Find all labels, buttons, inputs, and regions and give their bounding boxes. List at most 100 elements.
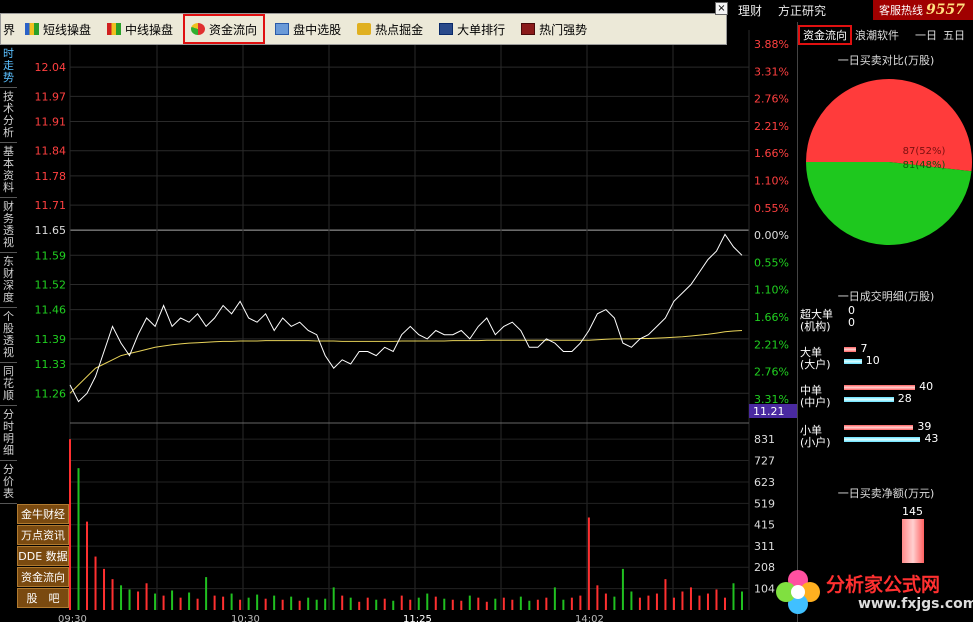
volume-bar bbox=[290, 596, 293, 610]
toolbar-mid-term-button[interactable]: 中线操盘 bbox=[101, 17, 179, 41]
info-buttons: 金牛财经 万点资讯 DDE 数据 资金流向 股 吧 bbox=[17, 504, 69, 609]
volume-bar bbox=[681, 591, 684, 610]
volume-bar bbox=[171, 590, 174, 610]
tab-technical[interactable]: 技术分析 bbox=[0, 88, 17, 143]
sell-value: 10 bbox=[865, 354, 880, 367]
sell-value: 0 bbox=[848, 316, 855, 329]
volume-bar bbox=[256, 594, 259, 610]
tab-stock-name[interactable]: 浪潮软件 bbox=[852, 27, 902, 43]
net-title: 一日买卖净额(万元) bbox=[837, 487, 935, 500]
volume-bar bbox=[732, 583, 735, 610]
pie-icon bbox=[191, 23, 206, 35]
toolbar-big-order-ranking-button[interactable]: 大单排行 bbox=[433, 17, 511, 41]
hotline: 客服热线 9557 bbox=[873, 0, 973, 20]
fund-flow-button[interactable]: 资金流向 bbox=[17, 567, 69, 587]
hotline-number: 9557 bbox=[926, 2, 965, 18]
buy-bar bbox=[844, 385, 916, 390]
volume-bar bbox=[145, 583, 148, 610]
stock-forum-button[interactable]: 股 吧 bbox=[17, 588, 69, 608]
toolbar-fund-flow-button[interactable]: 资金流向 bbox=[183, 14, 266, 44]
price-tick-label: 11.33 bbox=[35, 358, 67, 371]
volume-bar bbox=[162, 595, 165, 610]
gold-icon bbox=[357, 23, 372, 35]
tab-fund-flow[interactable]: 资金流向 bbox=[798, 25, 852, 45]
volume-bar bbox=[545, 597, 548, 610]
dde-button[interactable]: DDE 数据 bbox=[17, 546, 69, 566]
logo-url: www.fxjgs.com bbox=[858, 596, 973, 612]
volume-bar bbox=[239, 599, 242, 610]
volume-bar bbox=[128, 589, 131, 610]
close-icon[interactable]: × bbox=[715, 2, 728, 15]
volume-bar bbox=[460, 600, 463, 610]
top-nav-item[interactable]: 方正研究 bbox=[770, 2, 834, 19]
pct-tick-label: 1.10% bbox=[754, 284, 789, 297]
volume-bar bbox=[383, 598, 386, 610]
volume-bar bbox=[715, 589, 718, 610]
pct-tick-label: 0.55% bbox=[754, 202, 789, 215]
volume-bar bbox=[698, 595, 701, 610]
toolbar-short-term-button[interactable]: 短线操盘 bbox=[19, 17, 97, 41]
toolbar-stock-picker-button[interactable]: 盘中选股 bbox=[269, 17, 347, 41]
pie-label-sell: 81(48%) bbox=[903, 160, 946, 171]
pct-tick-label: 3.31% bbox=[754, 65, 789, 78]
tab-depth[interactable]: 东财深度 bbox=[0, 253, 17, 308]
chart-window-icon bbox=[275, 23, 290, 35]
volume-bar bbox=[375, 599, 378, 610]
top-nav-item[interactable]: 理财 bbox=[730, 2, 770, 19]
pie-label-buy: 87(52%) bbox=[903, 146, 946, 157]
volume-bar bbox=[706, 593, 709, 610]
tab-intraday[interactable]: 时走势 bbox=[0, 45, 17, 88]
detail-row-sublabel: (中户) bbox=[800, 396, 831, 409]
volume-bar bbox=[366, 597, 369, 610]
volume-bar bbox=[638, 597, 641, 610]
pct-tick-label: 1.66% bbox=[754, 311, 789, 324]
volume-bar bbox=[281, 599, 284, 610]
detail-title: 一日成交明细(万股) bbox=[837, 290, 935, 303]
toolbar-hot-strong-button[interactable]: 热门强势 bbox=[515, 17, 593, 41]
top-nav: 理财 方正研究 客服热线 9557 bbox=[730, 0, 973, 20]
current-price-label: 11.21 bbox=[753, 405, 785, 418]
buy-bar bbox=[844, 347, 857, 352]
tab-fundamentals[interactable]: 基本资料 bbox=[0, 143, 17, 198]
tab-finance[interactable]: 财务透视 bbox=[0, 198, 17, 253]
volume-bar bbox=[723, 597, 726, 610]
tab-stock-insight[interactable]: 个股透视 bbox=[0, 308, 17, 363]
tab-tick-detail[interactable]: 分时明细 bbox=[0, 406, 17, 461]
volume-bar bbox=[264, 598, 267, 610]
tab-five-day[interactable]: 五日 bbox=[940, 27, 968, 43]
pct-tick-label: 3.88% bbox=[754, 38, 789, 51]
wandian-button[interactable]: 万点资讯 bbox=[17, 525, 69, 545]
toolbar-hot-spot-button[interactable]: 热点掘金 bbox=[351, 17, 429, 41]
price-tick-label: 11.59 bbox=[35, 249, 67, 262]
volume-bar bbox=[519, 596, 522, 610]
tab-price-table[interactable]: 分价表 bbox=[0, 461, 17, 504]
fund-flow-panel: 资金流向 浪潮软件 一日 五日 一日买卖对比(万股) 87(52%) 81(48… bbox=[797, 22, 973, 622]
net-value: 145 bbox=[902, 505, 923, 518]
volume-bar bbox=[315, 599, 318, 610]
price-tick-label: 11.97 bbox=[35, 90, 67, 103]
volume-bar bbox=[137, 591, 140, 610]
tab-ths[interactable]: 同花顺 bbox=[0, 363, 17, 406]
volume-bar bbox=[562, 599, 565, 610]
time-label: 14:02 bbox=[575, 614, 604, 622]
volume-bar bbox=[400, 595, 403, 610]
pie-title: 一日买卖对比(万股) bbox=[837, 54, 935, 67]
tab-one-day[interactable]: 一日 bbox=[912, 27, 940, 43]
volume-bar bbox=[604, 593, 607, 610]
volume-bar bbox=[647, 595, 650, 610]
intraday-chart: 12.04 11.97 11.91 11.84 11.78 11.71 11.65 11.59… bbox=[35, 30, 797, 622]
logo-text: 分析家公式网 bbox=[826, 574, 941, 596]
volume-bar bbox=[485, 601, 488, 610]
volume-bar bbox=[358, 601, 361, 610]
price-tick-label: 12.04 bbox=[35, 61, 67, 74]
volume-tick-label: 831 bbox=[754, 433, 775, 446]
volume-bar bbox=[630, 591, 633, 610]
volume-bar bbox=[511, 599, 514, 610]
price-tick-label: 11.46 bbox=[35, 304, 67, 317]
volume-bar bbox=[655, 593, 658, 610]
pct-tick-label: 2.76% bbox=[754, 366, 789, 379]
volume-bar bbox=[579, 595, 582, 610]
price-tick-label: 11.78 bbox=[35, 170, 67, 183]
price-tick-label: 11.91 bbox=[35, 115, 67, 128]
jinniu-button[interactable]: 金牛财经 bbox=[17, 504, 69, 524]
